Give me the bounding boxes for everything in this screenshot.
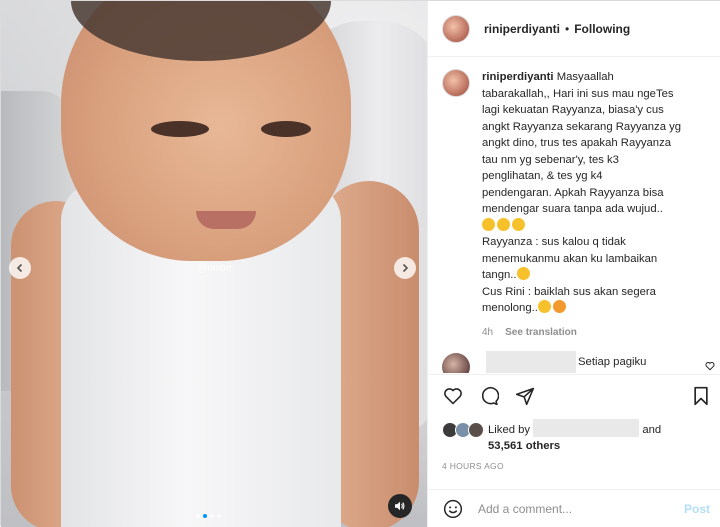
- carousel-dot: [196, 514, 200, 518]
- caption-text: tangn..: [482, 269, 517, 281]
- liked-by-label: Liked by: [488, 424, 531, 436]
- action-bar: [428, 374, 720, 416]
- commenter-avatar[interactable]: [442, 353, 470, 373]
- chevron-left-icon: [16, 263, 23, 273]
- post-caption: riniperdiyanti Masyaallah tabarakallah,,…: [442, 69, 714, 341]
- caption-line: tau nm yg sebenar'y, tes k3: [482, 153, 619, 166]
- header-separator: •: [565, 21, 570, 36]
- caption-line: menemukanmu akan ku lambaikan: [482, 252, 658, 265]
- caption-line: riniperdiyanti Masyaallah: [482, 69, 706, 86]
- comment-input[interactable]: Add a comment...: [478, 502, 684, 516]
- media-eye-left: [151, 121, 209, 137]
- carousel-dots: [196, 514, 221, 518]
- caption-line: lagi kekuatan Rayyanza, biasa'y cus: [482, 104, 664, 116]
- paper-plane-icon: [515, 387, 535, 405]
- likes-text: Liked by and 53,561 others: [488, 419, 661, 455]
- post-header: riniperdiyanti • Following: [428, 1, 720, 57]
- caption-body: riniperdiyanti Masyaallah tabarakallah,,…: [482, 69, 706, 341]
- caption-line: tangn..: [482, 267, 706, 284]
- liker-avatar[interactable]: [468, 422, 484, 438]
- caption-emoji-row: [482, 217, 706, 235]
- caption-line: mendengar suara tanpa ada wujud..: [482, 203, 663, 215]
- post-comment-button[interactable]: Post: [684, 502, 710, 516]
- likes-others-button[interactable]: 53,561 others: [488, 440, 560, 452]
- caption-avatar[interactable]: [442, 69, 470, 97]
- comment-composer: Add a comment... Post: [428, 489, 720, 527]
- following-button[interactable]: Following: [574, 22, 630, 36]
- comment-text: Setiap pagiku: [578, 356, 647, 368]
- media-eye-right: [261, 121, 311, 137]
- media-watermark: @rinipe: [197, 263, 232, 274]
- caption-line: Rayyanza : sus kalou q tidak: [482, 236, 626, 248]
- grin-emoji-icon: [497, 217, 510, 231]
- see-translation-button[interactable]: See translation: [505, 325, 577, 342]
- post-media[interactable]: @rinipe: [1, 1, 427, 527]
- caption-line: pendengaran. Apkah Rayyanza bisa: [482, 186, 664, 199]
- grin-emoji-icon: [512, 217, 525, 231]
- grin-emoji-icon: [537, 300, 551, 313]
- smiley-face-icon: [443, 499, 463, 518]
- speaker-icon: [395, 501, 405, 511]
- caption-meta: 4h See translation: [482, 325, 706, 342]
- comment-bubble-icon: [481, 386, 499, 405]
- caption-age[interactable]: 4h: [482, 325, 493, 342]
- sound-toggle-button[interactable]: [388, 494, 412, 518]
- likes-summary: Liked by and 53,561 others: [442, 419, 714, 455]
- author-avatar[interactable]: [442, 14, 470, 43]
- commenter-username-redacted[interactable]: [486, 351, 576, 373]
- caption-line: tabarakallah,, Hari ini sus mau ngeTes: [482, 87, 674, 100]
- like-button[interactable]: [442, 385, 464, 407]
- post-frame: @rinipe riniperdiyanti • Following rinip…: [0, 0, 720, 527]
- comment-like-button[interactable]: [705, 361, 715, 373]
- caption-line: penglihatan, & tes yg k4: [482, 170, 603, 182]
- previous-button[interactable]: [9, 257, 31, 279]
- caption-line: menolong..: [482, 300, 706, 317]
- post-timestamp[interactable]: 4 HOURS AGO: [442, 461, 504, 471]
- carousel-dot: [210, 514, 214, 518]
- carousel-dot: [217, 514, 221, 518]
- caption-username[interactable]: riniperdiyanti: [482, 71, 554, 83]
- share-button[interactable]: [514, 385, 536, 407]
- media-mouth: [196, 211, 256, 229]
- emoji-picker-button[interactable]: [442, 498, 464, 520]
- caption-line: Cus Rini : baiklah sus akan segera: [482, 285, 656, 298]
- caption-line: angkt Rayyanza sekarang Rayyanza yg: [482, 120, 682, 133]
- heart-eyes-emoji-icon: [552, 300, 566, 313]
- bookmark-icon: [694, 386, 708, 406]
- caption-text: menolong..: [482, 302, 538, 314]
- comment-item: Setiap pagiku: [442, 351, 714, 373]
- likes-and-label: and: [642, 424, 662, 436]
- save-button[interactable]: [690, 385, 712, 407]
- liker-username-redacted[interactable]: [533, 419, 640, 437]
- heart-outline-icon: [444, 387, 462, 404]
- heart-outline-icon: [705, 361, 715, 371]
- caption-text: Masyaallah: [556, 71, 614, 83]
- carousel-dot-active: [203, 514, 207, 518]
- post-sidebar: riniperdiyanti • Following riniperdiyant…: [427, 1, 720, 527]
- comment-button[interactable]: [478, 385, 500, 407]
- grin-emoji-icon: [482, 217, 495, 231]
- liker-avatars: [442, 419, 488, 439]
- waving-hand-emoji-icon: [516, 267, 530, 280]
- author-username[interactable]: riniperdiyanti: [484, 22, 560, 36]
- caption-line: angkt dino, trus tes apakah Rayyanza: [482, 137, 672, 149]
- chevron-right-icon: [402, 263, 409, 273]
- next-button[interactable]: [394, 257, 416, 279]
